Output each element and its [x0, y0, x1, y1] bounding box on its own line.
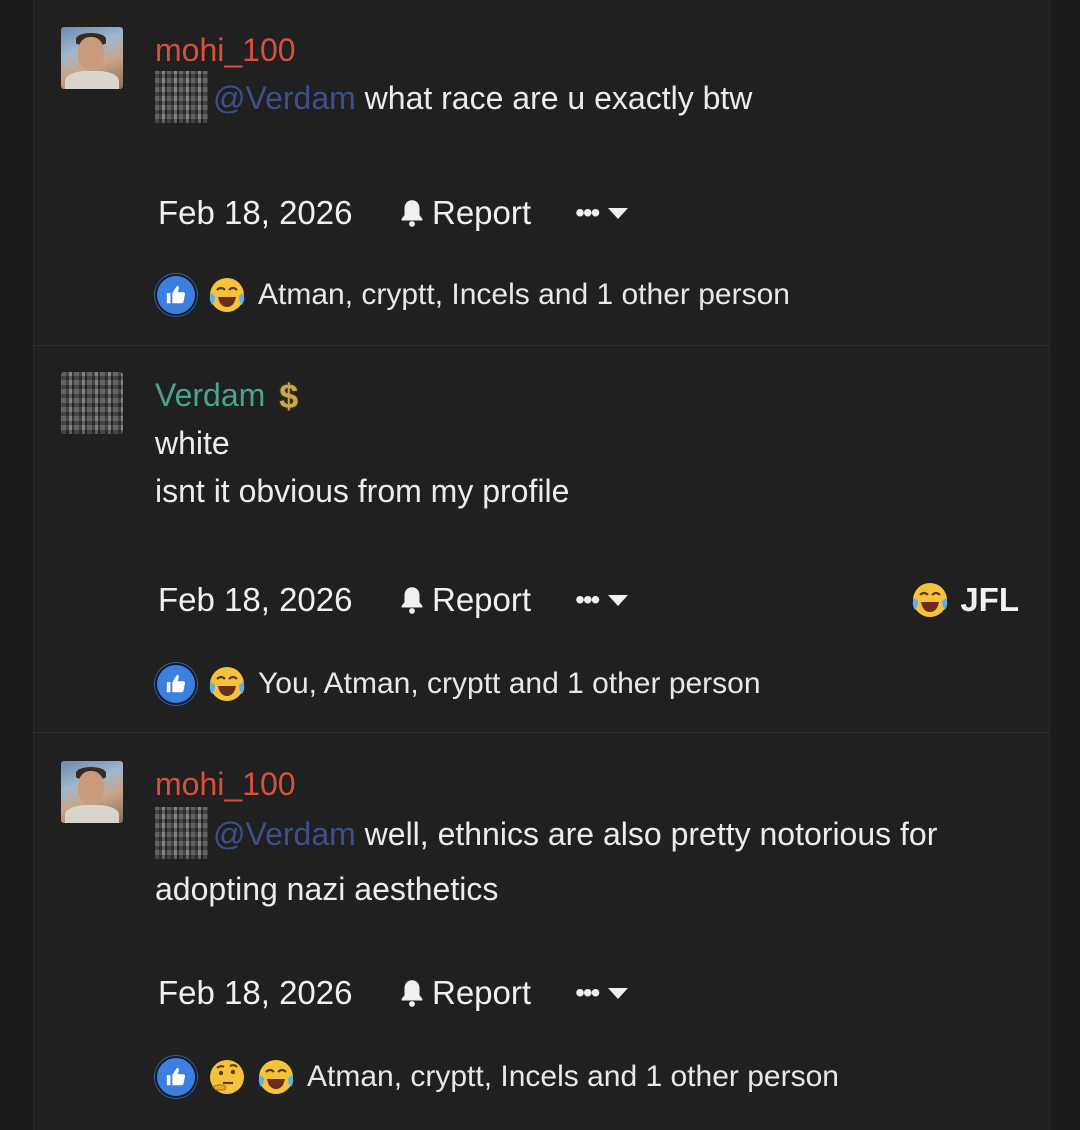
report-label: Report: [432, 974, 532, 1011]
caret-down-icon: [608, 987, 629, 999]
post-meta: Feb 18, 2026 Report •••: [158, 973, 629, 1013]
post-message: white isnt it obvious from my profile: [155, 419, 1025, 515]
crying-laughing-icon: [258, 1060, 294, 1094]
reactions-bar[interactable]: Atman, cryptt, Incels and 1 other person: [155, 1056, 839, 1098]
ellipsis-icon: •••: [575, 197, 600, 228]
post-meta: Feb 18, 2026 Report •••: [158, 193, 629, 233]
report-button[interactable]: Report: [398, 973, 531, 1013]
post-divider: [34, 345, 1049, 346]
post-date[interactable]: Feb 18, 2026: [158, 580, 398, 620]
mention-avatar: [155, 70, 208, 123]
message-line: white: [155, 425, 230, 461]
reaction-users[interactable]: You, Atman, cryptt and 1 other person: [258, 667, 761, 701]
bell-icon: [401, 200, 423, 227]
post-date[interactable]: Feb 18, 2026: [158, 193, 398, 233]
thinking-face-icon: [210, 1060, 244, 1094]
jfl-label: JFL: [960, 581, 1019, 618]
crying-laughing-icon: [913, 583, 948, 617]
post-date[interactable]: Feb 18, 2026: [158, 973, 398, 1013]
post-message: @Verdam well, ethnics are also pretty no…: [155, 806, 1025, 915]
like-icon: [155, 274, 197, 316]
bell-icon: [401, 980, 423, 1007]
message-text: well, ethnics are also pretty notorious …: [364, 816, 938, 852]
more-options-button[interactable]: •••: [575, 580, 629, 620]
post-message: @Verdam what race are u exactly btw: [155, 70, 1025, 127]
username[interactable]: Verdam $: [155, 375, 298, 417]
avatar-verdam[interactable]: [61, 372, 123, 434]
report-label: Report: [432, 194, 532, 231]
more-options-button[interactable]: •••: [575, 193, 629, 233]
ellipsis-icon: •••: [575, 977, 600, 1008]
reaction-users[interactable]: Atman, cryptt, Incels and 1 other person: [307, 1060, 839, 1094]
username[interactable]: mohi_100: [155, 764, 296, 804]
jfl-reaction-button[interactable]: JFL: [910, 580, 1019, 620]
mention-link[interactable]: @Verdam: [213, 80, 356, 116]
username[interactable]: mohi_100: [155, 30, 296, 70]
more-options-button[interactable]: •••: [575, 973, 629, 1013]
post-divider: [34, 732, 1049, 733]
mention-link[interactable]: @Verdam: [213, 816, 356, 852]
message-text: what race are u exactly btw: [364, 80, 753, 116]
avatar-mohi[interactable]: [61, 27, 123, 89]
crying-laughing-icon: [209, 667, 245, 701]
username-text: Verdam: [155, 377, 266, 413]
message-line: adopting nazi aesthetics: [155, 870, 499, 907]
thread-container: mohi_100 @Verdam what race are u exactly…: [33, 0, 1050, 1130]
dollar-badge-icon: $: [279, 378, 299, 416]
report-button[interactable]: Report: [398, 193, 531, 233]
like-icon: [155, 663, 197, 705]
bell-icon: [401, 587, 423, 614]
ellipsis-icon: •••: [575, 584, 600, 615]
reactions-bar[interactable]: Atman, cryptt, Incels and 1 other person: [155, 274, 790, 316]
reaction-users[interactable]: Atman, cryptt, Incels and 1 other person: [258, 278, 790, 312]
post-meta: Feb 18, 2026 Report •••: [158, 580, 629, 620]
reactions-bar[interactable]: You, Atman, cryptt and 1 other person: [155, 663, 761, 705]
message-line: isnt it obvious from my profile: [155, 473, 570, 509]
like-icon: [155, 1056, 197, 1098]
avatar-mohi[interactable]: [61, 761, 123, 823]
report-button[interactable]: Report: [398, 580, 531, 620]
crying-laughing-icon: [209, 278, 245, 312]
report-label: Report: [432, 581, 532, 618]
caret-down-icon: [608, 594, 629, 606]
mention-avatar: [155, 806, 208, 859]
caret-down-icon: [608, 207, 629, 219]
